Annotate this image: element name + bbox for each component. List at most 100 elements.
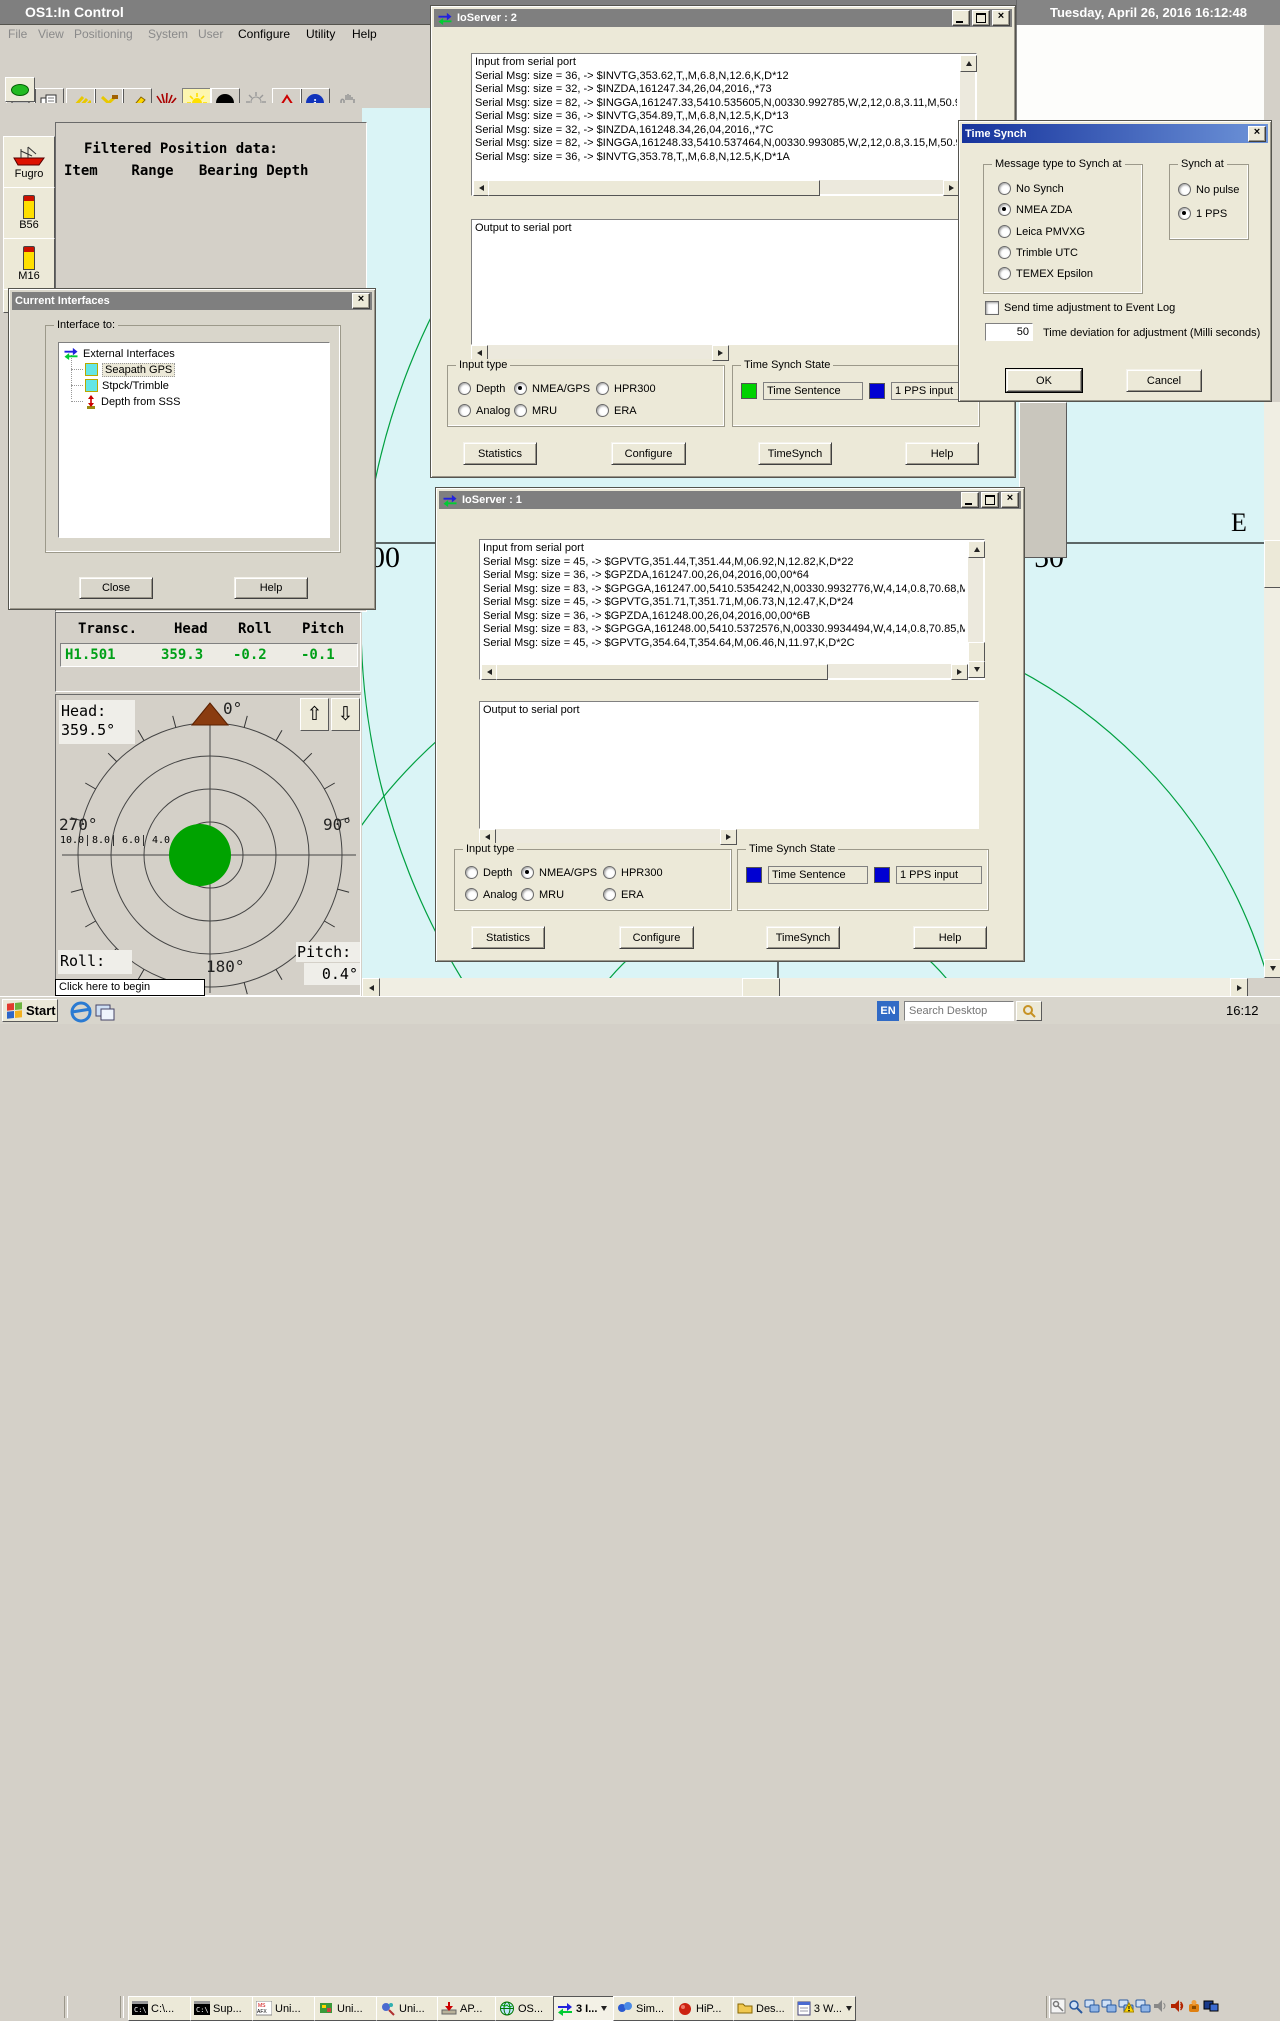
network-icon[interactable] (1135, 1998, 1151, 2014)
close-button[interactable] (992, 10, 1010, 26)
list-vscrollbar[interactable] (968, 541, 983, 678)
configure-button[interactable]: Configure (619, 926, 694, 949)
map-vscrollbar[interactable] (1264, 402, 1280, 978)
sidebar-button-b56[interactable]: B56 (3, 187, 55, 239)
scroll-right-button[interactable] (720, 829, 737, 845)
radio-temex-epsilon[interactable]: TEMEX Epsilon (998, 267, 1093, 280)
current-interfaces-titlebar[interactable]: Current Interfaces (12, 292, 372, 310)
scroll-up-button[interactable] (960, 55, 977, 72)
configure-button[interactable]: Configure (611, 442, 686, 465)
taskbar-item-cmd1[interactable]: C:\ C:\... (128, 1996, 194, 2021)
scale-down-button[interactable]: ⇩ (331, 698, 360, 731)
ie-icon[interactable] (70, 1001, 92, 1023)
statistics-button[interactable]: Statistics (471, 926, 545, 949)
tree-item-external-interfaces[interactable]: External Interfaces (63, 346, 175, 361)
menu-view[interactable]: View (38, 26, 64, 42)
taskbar-item-uni1[interactable]: MSAFX Uni... (252, 1996, 318, 2021)
hscroll-thumb[interactable] (488, 180, 820, 196)
minimize-button[interactable] (961, 492, 979, 508)
interface-tree[interactable]: External Interfaces Seapath GPS Stpck/Tr… (58, 342, 330, 538)
serial-output-box[interactable]: Output to serial port (479, 701, 979, 829)
network-icon[interactable] (1084, 1998, 1100, 2014)
radio-depth[interactable]: Depth (458, 382, 505, 395)
scroll-right-button[interactable] (712, 345, 729, 361)
menu-file[interactable]: File (8, 26, 27, 42)
minimize-button[interactable] (952, 10, 970, 26)
radio-hpr300[interactable]: HPR300 (603, 866, 663, 879)
help-button[interactable]: Help (234, 577, 308, 599)
menu-configure[interactable]: Configure (238, 26, 290, 42)
serial-output-box[interactable]: Output to serial port (471, 219, 963, 345)
green-status-button[interactable] (5, 77, 35, 102)
close-button[interactable] (352, 293, 370, 309)
menu-user[interactable]: User (198, 26, 223, 42)
menu-positioning[interactable]: Positioning (74, 26, 133, 42)
taskbar-item-cmd2[interactable]: C:\ Sup... (190, 1996, 256, 2021)
scroll-right-button[interactable] (1230, 978, 1248, 998)
maximize-button[interactable] (972, 10, 990, 26)
radio-nmea-gps[interactable]: NMEA/GPS (521, 866, 597, 879)
timesynch-button[interactable]: TimeSynch (758, 442, 832, 465)
scroll-right-button[interactable] (951, 664, 968, 680)
menu-utility[interactable]: Utility (306, 26, 335, 42)
taskbar-item-desktop[interactable]: Des... (733, 1996, 796, 2021)
magnifier-icon[interactable] (1067, 1998, 1083, 2014)
taskbar-item-uni3[interactable]: Uni... (376, 1996, 441, 2021)
close-button[interactable] (1001, 492, 1019, 508)
sidebar-button-m16[interactable]: M16 (3, 238, 55, 290)
taskbar-item-ap[interactable]: AP... (437, 1996, 500, 2021)
taskbar-item-wordpad[interactable]: 3 W... (793, 1996, 856, 2021)
radio-mru[interactable]: MRU (521, 888, 564, 901)
scroll-down-button[interactable] (968, 661, 985, 678)
taskbar-clock[interactable]: 16:12 (1226, 1003, 1259, 1018)
ioserver1-titlebar[interactable]: IoServer : 1 (439, 491, 1021, 509)
radio-nmea-gps[interactable]: NMEA/GPS (514, 382, 590, 395)
speaker-icon[interactable] (1169, 1998, 1185, 2014)
taskbar-item-sim[interactable]: Sim... (613, 1996, 676, 2021)
search-input[interactable] (904, 1001, 1014, 1021)
scroll-left-button[interactable] (362, 978, 380, 998)
menu-system[interactable]: System (148, 26, 188, 42)
radio-analog[interactable]: Analog (458, 404, 510, 417)
speaker-muted-icon[interactable] (1152, 1998, 1168, 2014)
taskbar-item-os[interactable]: OS... (495, 1996, 558, 2021)
serial-input-list[interactable]: Input from serial port Serial Msg: size … (471, 53, 977, 196)
radio-no-pulse[interactable]: No pulse (1178, 183, 1239, 196)
deviation-input[interactable] (985, 323, 1033, 341)
taskbar-item-uni2[interactable]: Uni... (314, 1996, 380, 2021)
event-log-checkbox[interactable]: Send time adjustment to Event Log (985, 301, 1175, 315)
help-button[interactable]: Help (905, 442, 979, 465)
radio-depth[interactable]: Depth (465, 866, 512, 879)
radio-1pps[interactable]: 1 PPS (1178, 207, 1227, 220)
output-hscrollbar[interactable] (479, 829, 737, 843)
radio-nmea-zda[interactable]: NMEA ZDA (998, 203, 1072, 216)
start-button[interactable]: Start (2, 999, 58, 1022)
tree-item-stpck-trimble[interactable]: Stpck/Trimble (85, 378, 169, 393)
taskbar-item-ioservers[interactable]: 3 I... (553, 1996, 618, 2021)
close-dialog-button[interactable]: Close (79, 577, 153, 599)
vscroll-thumb[interactable] (1264, 540, 1280, 588)
radio-trimble-utc[interactable]: Trimble UTC (998, 246, 1078, 259)
cancel-button[interactable]: Cancel (1126, 369, 1202, 392)
tree-item-seapath-gps[interactable]: Seapath GPS (85, 362, 175, 377)
updates-icon[interactable] (1186, 1998, 1202, 2014)
time-synch-titlebar[interactable]: Time Synch (962, 124, 1268, 143)
scale-up-button[interactable]: ⇧ (300, 698, 329, 731)
radio-era[interactable]: ERA (603, 888, 644, 901)
key-icon[interactable] (1050, 1998, 1066, 2014)
scroll-up-button[interactable] (968, 541, 985, 558)
list-hscrollbar[interactable] (473, 180, 960, 194)
serial-input-list[interactable]: Input from serial port Serial Msg: size … (479, 539, 985, 680)
close-button[interactable] (1248, 126, 1266, 142)
vscroll-thumb[interactable] (968, 642, 985, 662)
hscroll-thumb[interactable] (496, 664, 828, 680)
tree-item-depth-from-sss[interactable]: Depth from SSS (85, 394, 180, 409)
timesynch-button[interactable]: TimeSynch (766, 926, 840, 949)
help-button[interactable]: Help (913, 926, 987, 949)
radio-no-synch[interactable]: No Synch (998, 182, 1064, 195)
map-hscrollbar[interactable] (362, 978, 1264, 996)
maximize-button[interactable] (981, 492, 999, 508)
ioserver2-titlebar[interactable]: IoServer : 2 (434, 9, 1012, 27)
radio-mru[interactable]: MRU (514, 404, 557, 417)
radio-era[interactable]: ERA (596, 404, 637, 417)
